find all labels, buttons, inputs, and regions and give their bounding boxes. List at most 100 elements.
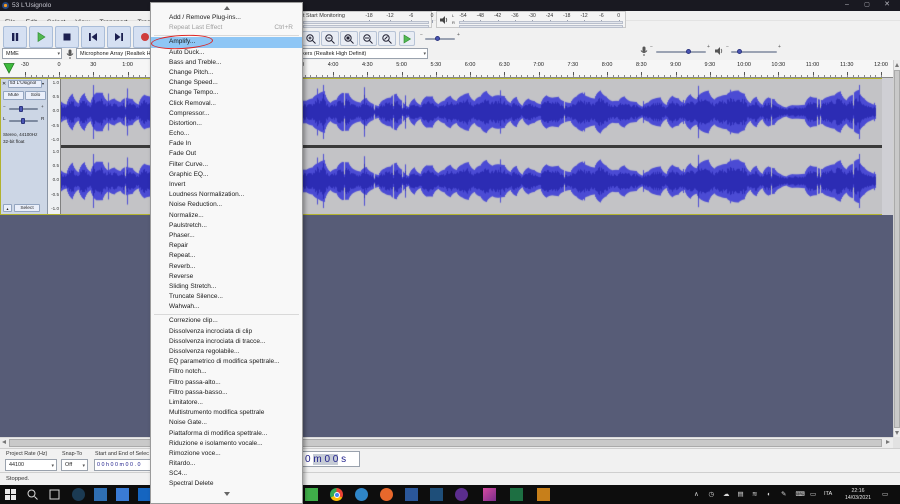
effect-menu-item[interactable]: Amplify... (151, 37, 302, 47)
app-icon-3[interactable] (116, 488, 129, 501)
effect-menu-item[interactable]: Correzione clip... (151, 316, 302, 326)
track-menu-arrow-icon[interactable]: ▾ (42, 81, 44, 86)
selection-start-time-field[interactable]: 0 0 h 0 0 m 0 0 . 0 (94, 459, 152, 471)
effect-menu-item[interactable]: Filtro passa-basso... (151, 388, 302, 398)
effect-menu-item[interactable]: Add / Remove Plug-ins... (151, 13, 302, 23)
effect-menu-item[interactable]: SC4... (151, 469, 302, 479)
scroll-down-arrow-icon[interactable] (895, 431, 899, 435)
effect-menu-item[interactable]: Noise Reduction... (151, 200, 302, 210)
effect-menu-item[interactable]: Change Speed... (151, 78, 302, 88)
effect-menu-item[interactable]: Change Pitch... (151, 68, 302, 78)
play-at-speed-button[interactable] (399, 31, 415, 46)
effect-menu-item[interactable]: Change Tempo... (151, 88, 302, 98)
effect-menu-item[interactable]: Ritardo... (151, 459, 302, 469)
horizontal-scrollbar[interactable] (0, 437, 893, 448)
effect-menu-item[interactable]: Repair (151, 241, 302, 251)
tray-icon-8[interactable]: ⌨ (796, 490, 805, 499)
tray-icon-2[interactable]: ◷ (709, 490, 715, 499)
effect-menu-item[interactable]: Repeat... (151, 251, 302, 261)
effect-menu-item[interactable]: Fade In (151, 139, 302, 149)
task-view-icon[interactable] (49, 489, 60, 500)
effect-menu-item[interactable]: Spectral Delete (151, 479, 302, 489)
effect-menu-item[interactable]: Rimozione voce... (151, 449, 302, 459)
effect-menu-item[interactable]: Multistrumento modifica spettrale (151, 408, 302, 418)
effect-menu-item[interactable]: Sliding Stretch... (151, 282, 302, 292)
effect-menu-item[interactable]: Dissolvenza regolabile... (151, 347, 302, 357)
track-close-icon[interactable]: ✕ (2, 81, 6, 87)
play-button[interactable] (29, 26, 53, 48)
effect-menu-item[interactable]: Wahwah... (151, 302, 302, 312)
effect-menu-item[interactable]: Paulstretch... (151, 221, 302, 231)
language-indicator[interactable]: ITA (824, 491, 832, 497)
tray-icon-9[interactable]: ▭ (810, 490, 816, 499)
effect-menu-item[interactable]: Loudness Normalization... (151, 190, 302, 200)
app-icon-6[interactable] (330, 488, 343, 501)
skip-to-start-button[interactable] (81, 26, 105, 48)
app-icon-12[interactable] (483, 488, 496, 501)
vertical-scrollbar-thumb[interactable] (894, 70, 900, 428)
app-icon-5[interactable] (305, 488, 318, 501)
record-volume-slider[interactable] (656, 51, 706, 53)
menu-scroll-down[interactable] (151, 490, 302, 499)
app-icon-13[interactable] (510, 488, 523, 501)
scroll-right-arrow-icon[interactable] (886, 440, 890, 444)
playback-meter[interactable]: L R -54-48-42-36-30-24-18-12-60 (436, 11, 626, 28)
effect-menu-item[interactable]: Auto Duck... (151, 48, 302, 58)
output-device-dropdown[interactable]: kers (Realtek High Definit)▾ (298, 48, 428, 59)
mute-button[interactable]: Mute (3, 91, 24, 100)
app-icon-10[interactable] (430, 488, 443, 501)
app-icon-2[interactable] (94, 488, 107, 501)
effect-menu-item[interactable]: Fade Out (151, 149, 302, 159)
notification-center-icon[interactable]: ▭ (882, 490, 888, 499)
effect-menu-item[interactable]: Compressor... (151, 109, 302, 119)
menu-scroll-up[interactable] (151, 3, 302, 13)
effect-menu-item[interactable]: Dissolvenza incrociata di tracce... (151, 337, 302, 347)
tray-icon-7[interactable]: ✎ (781, 490, 786, 499)
horizontal-scrollbar-thumb[interactable] (9, 439, 882, 447)
clock[interactable]: 22:1614/03/2021 (838, 488, 878, 501)
selection-end-time-field[interactable]: 0 m 0 0 s (302, 451, 360, 467)
minimize-button[interactable]: – (838, 0, 856, 11)
effect-menu-item[interactable]: Dissolvenza incrociata di clip (151, 327, 302, 337)
vertical-scrollbar[interactable] (893, 60, 900, 437)
effect-menu-item[interactable]: Phaser... (151, 231, 302, 241)
effect-menu-item[interactable]: Echo... (151, 129, 302, 139)
collapse-track-button[interactable]: ▴ (3, 204, 12, 212)
playback-volume-slider-thumb[interactable] (737, 49, 742, 54)
tray-icon-5[interactable]: ≋ (752, 490, 757, 499)
timeline-pin-icon[interactable] (2, 62, 16, 75)
scroll-left-arrow-icon[interactable] (2, 440, 6, 444)
maximize-button[interactable]: ▢ (858, 0, 876, 11)
zoom-fit-button[interactable] (359, 31, 377, 46)
effect-menu-item[interactable]: Reverb... (151, 262, 302, 272)
effect-menu-item[interactable]: Noise Gate... (151, 418, 302, 428)
effect-menu-item[interactable]: Repeat Last EffectCtrl+R (151, 23, 302, 33)
effect-menu-item[interactable]: Bass and Treble... (151, 58, 302, 68)
gain-slider-thumb[interactable] (19, 106, 23, 112)
app-icon-14[interactable] (537, 488, 550, 501)
effect-menu-item[interactable]: Click Removal... (151, 99, 302, 109)
app-icon-8[interactable] (380, 488, 393, 501)
start-button-icon[interactable] (5, 489, 16, 500)
track-name-menu[interactable]: 53 L'Usignol (8, 80, 42, 88)
app-icon-7[interactable] (355, 488, 368, 501)
app-icon-1[interactable] (72, 488, 85, 501)
app-icon-9[interactable] (405, 488, 418, 501)
play-speed-slider[interactable] (425, 38, 455, 40)
effect-menu-item[interactable]: Reverse (151, 272, 302, 282)
zoom-out-button[interactable] (321, 31, 339, 46)
pan-slider[interactable] (9, 120, 38, 122)
effect-menu-item[interactable]: Limitatore... (151, 398, 302, 408)
effect-menu-item[interactable]: Filter Curve... (151, 160, 302, 170)
effect-menu-item[interactable]: EQ parametrico di modifica spettrale... (151, 357, 302, 367)
effect-menu-item[interactable]: Piattaforma di modifica spettrale... (151, 429, 302, 439)
stop-button[interactable] (55, 26, 79, 48)
effect-menu-item[interactable]: Truncate Silence... (151, 292, 302, 302)
gain-slider[interactable] (9, 108, 38, 110)
scroll-up-arrow-icon[interactable] (895, 63, 899, 67)
effect-menu-item[interactable]: Invert (151, 180, 302, 190)
record-volume-slider-thumb[interactable] (686, 49, 691, 54)
solo-button[interactable]: Solo (25, 91, 46, 100)
select-track-button[interactable]: Select (14, 204, 40, 212)
close-button[interactable]: ✕ (878, 0, 896, 11)
